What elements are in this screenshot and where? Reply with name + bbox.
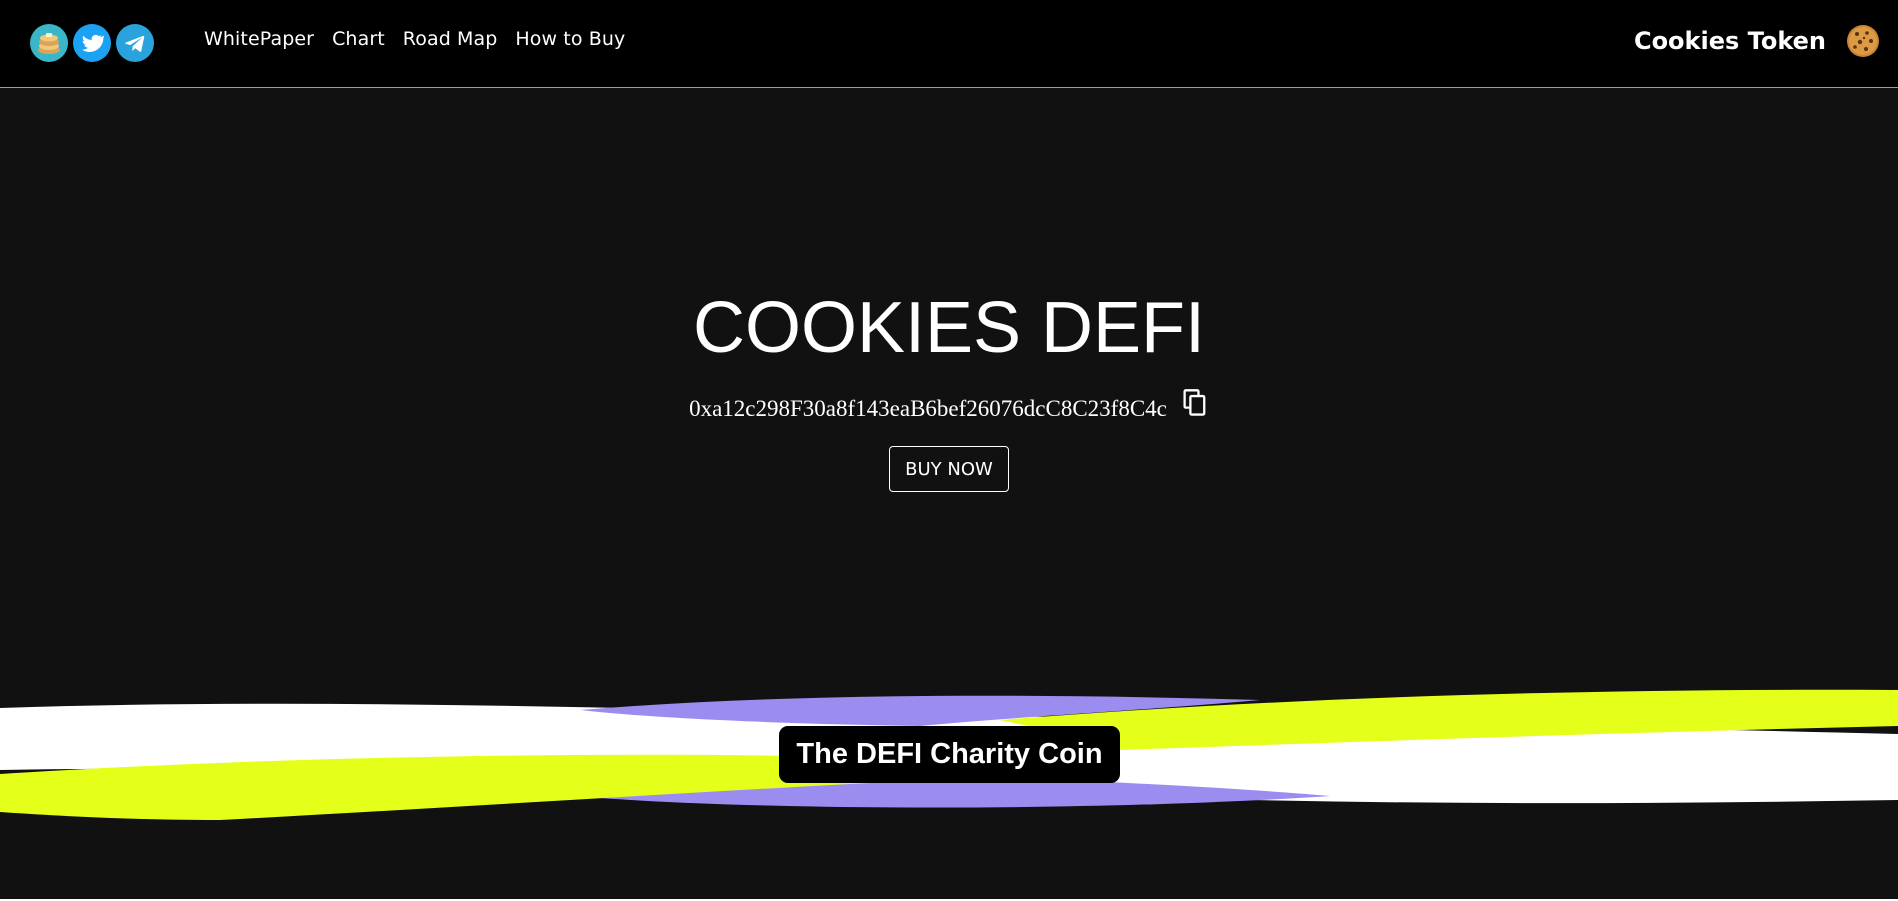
buy-now-button[interactable]: BUY NOW bbox=[889, 446, 1009, 492]
nav-chart[interactable]: Chart bbox=[332, 28, 385, 50]
tagline-text: The DEFI Charity Coin bbox=[796, 738, 1103, 770]
brand-name: Cookies Token bbox=[1633, 27, 1826, 55]
cookie-icon bbox=[1847, 25, 1879, 57]
telegram-icon bbox=[125, 35, 145, 52]
hero-title: COOKIES DEFI bbox=[692, 288, 1206, 368]
pancakeswap-icon bbox=[38, 33, 60, 54]
navbar: WhitePaper Chart Road Map How to Buy Coo… bbox=[0, 0, 1898, 88]
nav-road-map[interactable]: Road Map bbox=[403, 28, 498, 50]
tagline-badge: The DEFI Charity Coin bbox=[779, 726, 1120, 783]
social-links bbox=[30, 24, 154, 62]
twitter-link[interactable] bbox=[73, 24, 111, 62]
brand[interactable]: Cookies Token bbox=[1634, 24, 1880, 58]
copy-address-button[interactable] bbox=[1181, 388, 1209, 418]
nav-how-to-buy[interactable]: How to Buy bbox=[515, 28, 625, 50]
telegram-link[interactable] bbox=[116, 24, 154, 62]
pancakeswap-link[interactable] bbox=[30, 24, 68, 62]
contract-address-row: 0xa12c298F30a8f143eaB6bef26076dcC8C23f8C… bbox=[0, 384, 1898, 422]
nav-whitepaper[interactable]: WhitePaper bbox=[204, 28, 314, 50]
contract-address: 0xa12c298F30a8f143eaB6bef26076dcC8C23f8C… bbox=[689, 396, 1167, 421]
copy-icon bbox=[1183, 389, 1206, 416]
nav-links: WhitePaper Chart Road Map How to Buy bbox=[204, 28, 625, 50]
buy-wrap: BUY NOW bbox=[0, 446, 1898, 492]
twitter-icon bbox=[82, 34, 104, 52]
